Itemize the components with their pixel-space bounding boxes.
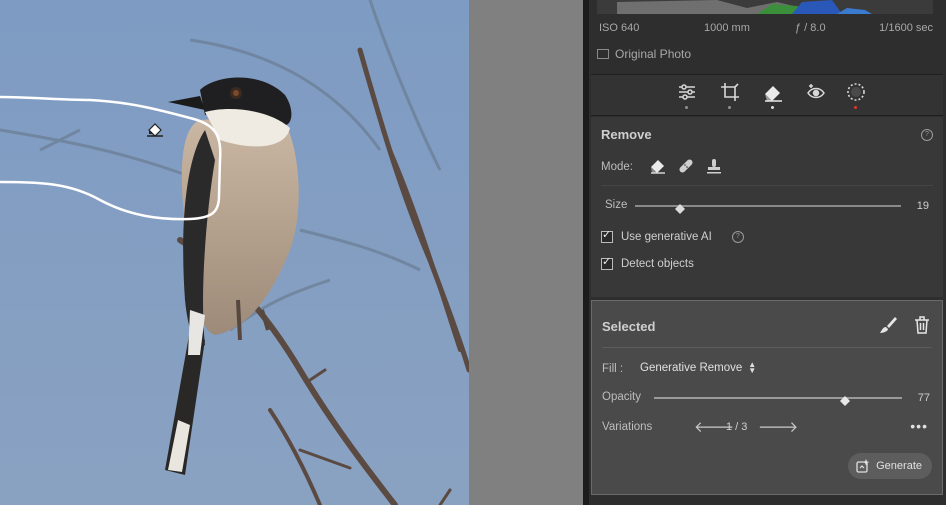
remove-section: Remove ? Mode: Size 19 ✓ Use generative … bbox=[591, 117, 943, 297]
clone-mode-icon[interactable] bbox=[705, 157, 723, 175]
fill-value: Generative Remove bbox=[640, 362, 743, 374]
photo-canvas[interactable] bbox=[0, 0, 469, 505]
next-variation-arrow-icon[interactable]: 🡒 bbox=[758, 417, 798, 436]
size-label: Size bbox=[605, 199, 628, 211]
eraser-tool-icon[interactable] bbox=[762, 81, 784, 109]
updown-caret-icon: ▲ ▼ bbox=[748, 360, 757, 375]
info-icon[interactable]: ? bbox=[731, 231, 744, 243]
variations-counter: 1 / 3 bbox=[726, 421, 748, 433]
selected-title: Selected bbox=[602, 319, 656, 334]
masking-icon[interactable] bbox=[845, 81, 867, 109]
generate-button[interactable]: Generate bbox=[848, 453, 932, 479]
focal-length: 1000 mm bbox=[704, 22, 750, 34]
original-photo-label: Original Photo bbox=[615, 47, 692, 61]
mode-label: Mode: bbox=[601, 161, 633, 173]
edit-sliders-icon[interactable] bbox=[676, 81, 698, 109]
red-eye-icon[interactable] bbox=[805, 81, 827, 103]
opacity-label: Opacity bbox=[602, 391, 641, 403]
canvas-background bbox=[469, 0, 583, 505]
eraser-mode-icon[interactable] bbox=[649, 157, 667, 175]
remove-title: Remove bbox=[601, 127, 652, 142]
fill-label: Fill : bbox=[602, 363, 624, 375]
use-generative-ai-row[interactable]: Use generative AI ? bbox=[601, 228, 744, 243]
original-photo-checkbox[interactable] bbox=[597, 49, 609, 59]
bird-photo bbox=[0, 0, 469, 505]
iso-value: ISO 640 bbox=[599, 22, 640, 34]
detect-objects-row[interactable]: Detect objects bbox=[601, 255, 694, 270]
use-generative-ai-label: Use generative AI bbox=[621, 231, 712, 243]
aperture: ƒ / 8.0 bbox=[795, 22, 826, 34]
edit-panel: ISO 640 1000 mm ƒ / 8.0 1/1600 sec Origi… bbox=[589, 0, 946, 505]
opacity-value: 77 bbox=[917, 392, 930, 404]
more-options-icon[interactable]: ••• bbox=[910, 418, 928, 434]
brush-icon[interactable] bbox=[878, 315, 898, 335]
original-photo-toggle[interactable]: Original Photo bbox=[597, 47, 691, 61]
generate-sparkle-icon bbox=[856, 459, 870, 473]
shutter-speed: 1/1600 sec bbox=[879, 22, 933, 34]
selected-section: Selected Fill : Generative Remove ▲ ▼ Opa… bbox=[591, 300, 943, 495]
trash-icon[interactable] bbox=[912, 315, 932, 335]
size-value: 19 bbox=[916, 200, 929, 212]
tool-strip bbox=[591, 74, 943, 116]
opacity-slider-track[interactable] bbox=[654, 397, 902, 399]
fill-dropdown[interactable]: Generative Remove ▲ ▼ bbox=[640, 360, 757, 375]
heal-mode-icon[interactable] bbox=[677, 157, 695, 175]
crop-icon[interactable] bbox=[719, 81, 741, 109]
variations-label: Variations bbox=[602, 421, 653, 433]
generate-label: Generate bbox=[876, 460, 922, 472]
size-slider-thumb[interactable] bbox=[675, 201, 686, 214]
detect-objects-label: Detect objects bbox=[621, 258, 694, 270]
histogram bbox=[597, 0, 933, 14]
detect-objects-checkbox[interactable] bbox=[601, 255, 613, 270]
use-generative-ai-checkbox[interactable] bbox=[601, 228, 613, 243]
help-icon[interactable]: ? bbox=[921, 129, 933, 141]
opacity-slider-thumb[interactable] bbox=[839, 393, 850, 406]
